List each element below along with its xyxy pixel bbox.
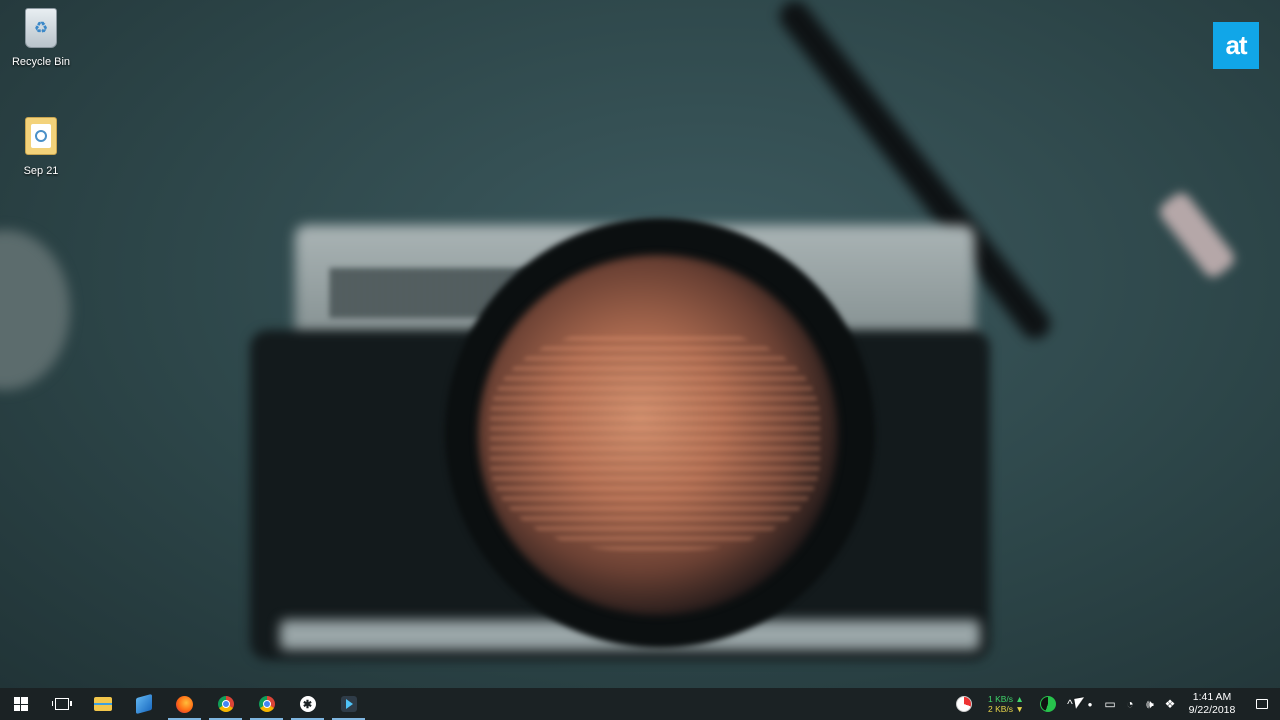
clock-time: 1:41 AM	[1192, 691, 1232, 703]
battery-icon: ▭	[1104, 697, 1116, 711]
taskbar-chrome-profile[interactable]	[205, 688, 246, 720]
pie-chart-icon	[956, 696, 972, 712]
chrome-icon	[258, 696, 275, 712]
taskbar-slack[interactable]: ✱	[287, 688, 328, 720]
taskbar-clock[interactable]: 1:41 AM 9/22/2018	[1180, 691, 1244, 717]
network-button[interactable]: ◔	[1120, 688, 1140, 720]
recycle-bin-icon	[22, 8, 60, 52]
net-download-speed: 2 KB/s ▼	[988, 704, 1024, 714]
status-ring-icon	[1040, 696, 1056, 712]
net-upload-speed: 1 KB/s ▲	[988, 694, 1024, 704]
network-speed-monitor[interactable]: 1 KB/s ▲ 2 KB/s ▼	[988, 694, 1032, 714]
chrome-icon	[217, 696, 234, 712]
taskbar-paint[interactable]	[123, 688, 164, 720]
windows-logo-icon	[13, 697, 28, 711]
start-button[interactable]	[0, 688, 41, 720]
tray-green-app[interactable]	[1036, 688, 1060, 720]
task-view-icon	[51, 698, 72, 710]
desktop-icon-label: Recycle Bin	[11, 56, 71, 68]
slack-icon: ✱	[299, 696, 316, 712]
chevron-up-icon: ^	[1067, 697, 1073, 711]
tray-pie-app[interactable]	[950, 688, 978, 720]
desktop: Recycle Bin Sep 21 at	[0, 0, 1280, 688]
system-tray: 1 KB/s ▲ 2 KB/s ▼ ^ ● ▭ ◔ 🕪 ❖ 1:41 AM 9/…	[950, 688, 1280, 720]
taskbar-app[interactable]	[328, 688, 369, 720]
wallpaper-lens-cap	[0, 230, 70, 390]
firefox-icon	[176, 695, 193, 713]
wifi-icon: ◔	[1126, 697, 1134, 711]
volume-icon: 🕪	[1146, 696, 1154, 711]
taskbar-file-explorer[interactable]	[82, 688, 123, 720]
tray-dropbox[interactable]: ❖	[1160, 688, 1180, 720]
dropbox-icon: ❖	[1164, 697, 1176, 711]
desktop-icon-label: Sep 21	[23, 165, 59, 177]
desktop-icon-recycle-bin[interactable]: Recycle Bin	[3, 4, 79, 68]
taskbar: ✱ 1 KB/s ▲ 2 KB/s ▼ ^ ● ▭ ◔ 🕪 ❖ 1:41 AM …	[0, 688, 1280, 720]
notification-icon	[1256, 699, 1268, 709]
wallpaper-strap-tip	[1155, 189, 1239, 281]
paint-icon	[135, 693, 152, 715]
app-icon	[340, 696, 357, 712]
folder-icon	[93, 697, 112, 711]
task-view-button[interactable]	[41, 688, 82, 720]
action-center-button[interactable]	[1244, 688, 1280, 720]
folder-icon	[22, 117, 60, 161]
wallpaper-lens-reflection	[490, 330, 820, 550]
taskbar-chrome[interactable]	[246, 688, 287, 720]
volume-button[interactable]: 🕪	[1140, 688, 1160, 720]
taskbar-firefox[interactable]	[164, 688, 205, 720]
desktop-icon-folder[interactable]: Sep 21	[3, 113, 79, 177]
clock-date: 9/22/2018	[1188, 704, 1236, 716]
mouse-cursor-icon	[1074, 697, 1086, 709]
watermark-logo: at	[1213, 22, 1259, 69]
drop-icon: ●	[1087, 699, 1093, 709]
battery-button[interactable]: ▭	[1100, 688, 1120, 720]
